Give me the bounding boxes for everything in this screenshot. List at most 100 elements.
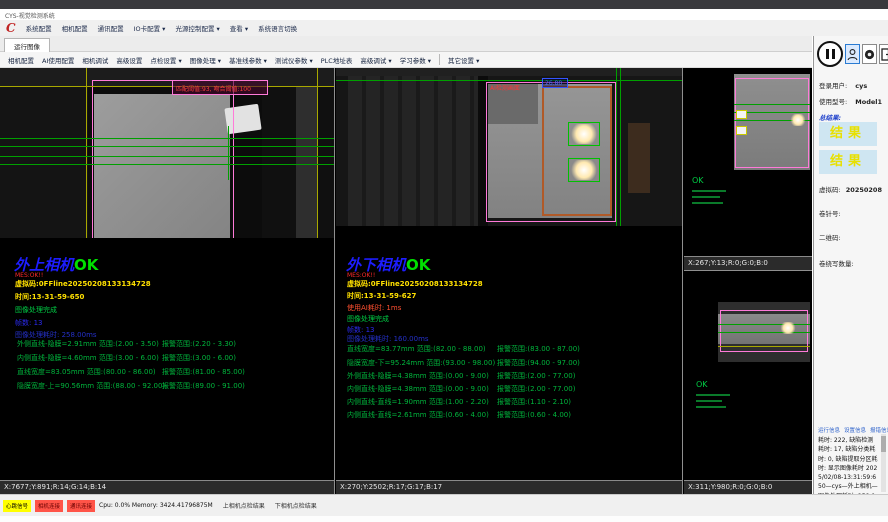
tool-advanced-debug[interactable]: 高级调试 ▾ <box>360 55 391 65</box>
baseline-yellow <box>718 346 810 347</box>
model-label: 使用型号: <box>819 98 847 106</box>
measure-line-green <box>734 104 810 105</box>
measurement-alarm: 报警范围:(3.00 - 6.00) <box>162 353 236 363</box>
camera-icon <box>864 49 875 60</box>
measure-line-green <box>718 324 810 325</box>
log-tab-error-info[interactable]: 报错信息 <box>870 426 888 434</box>
menu-language-switch[interactable]: 系统语言切换 <box>258 23 297 33</box>
preview-top-image[interactable] <box>734 74 810 170</box>
measure-line-green <box>0 146 334 147</box>
brand-logo-icon: C <box>6 22 16 34</box>
middle-measurement-row: 外侧直线-隐膜=4.38mm 范围:(0.00 - 9.00) 报警范围:(2.… <box>347 371 680 381</box>
tool-plc-address-table[interactable]: PLC地址表 <box>321 55 353 65</box>
log-scrollbar-thumb[interactable] <box>881 436 886 452</box>
image-shadow-area <box>0 68 88 238</box>
preview-top-coordinate-bar: X:267;Y:13;R:0;G:0;B:0 <box>684 256 812 270</box>
log-tab-settings-info[interactable]: 设置信息 <box>844 426 866 434</box>
middle-done-line: 图像处理完成 <box>347 314 389 324</box>
preview-bottom-textline <box>696 394 730 396</box>
preview-top-textline <box>692 196 720 198</box>
middle-measurement-row: 内侧直线-直线=1.90mm 范围:(1.00 - 2.20) 报警范围:(1.… <box>347 397 680 407</box>
left-measurement-row: 内侧直线-隐膜=4.60mm 范围:(3.00 - 6.00) 报警范围:(3.… <box>17 353 334 363</box>
tool-camera-debug[interactable]: 相机调试 <box>82 55 108 65</box>
detect-chip <box>736 126 747 135</box>
weld-glow <box>780 322 796 334</box>
main-canvas: 匹配阈值:93, 吻合阈值:100 外上相机OK MES:OK!! 虚拟码:0F… <box>0 68 812 494</box>
panel-divider <box>334 68 335 494</box>
left-status-ok: OK <box>74 256 98 274</box>
measure-line-green <box>718 332 810 333</box>
result-box-1: 结果 <box>819 122 877 146</box>
threshold-label: 匹配阈值:93, 吻合阈值:100 <box>176 84 251 93</box>
tool-spot-check-settings[interactable]: 点检设置 ▾ <box>150 55 181 65</box>
tool-learning-params[interactable]: 学习参数 ▾ <box>400 55 431 65</box>
menu-io-card-config[interactable]: IO卡配置 ▾ <box>134 23 166 33</box>
camera-link-badge: 相机连接 <box>35 500 63 512</box>
menu-view[interactable]: 查看 ▾ <box>230 23 248 33</box>
baseline-yellow-vertical <box>317 68 318 238</box>
detect-chip <box>736 110 747 119</box>
tab-run-image[interactable]: 运行图像 <box>4 38 50 53</box>
bottom-white-strip <box>0 516 888 522</box>
left-measurement-row: 隐膜宽度-上=90.56mm 范围:(88.00 - 92.00) 报警范围:(… <box>17 381 334 391</box>
middle-mes-line: MES:OK!! <box>347 272 375 279</box>
measurement-value: 直线宽度=83.05mm 范围:(80.00 - 86.00) <box>17 367 156 377</box>
preview-bottom-textline <box>696 406 726 408</box>
measure-line-green <box>336 80 682 81</box>
log-tabs: 运行信息 设置信息 报错信息 <box>818 426 888 434</box>
tool-other-settings[interactable]: 其它设置 ▾ <box>448 55 479 65</box>
model-row: 使用型号: Model1 <box>819 96 882 106</box>
log-tab-run-info[interactable]: 运行信息 <box>818 426 840 434</box>
weld-glow <box>790 114 806 126</box>
preview-top-status: OK <box>692 176 704 185</box>
measurement-alarm: 报警范围:(2.20 - 3.30) <box>162 339 236 349</box>
tool-camera-config[interactable]: 相机配置 <box>8 55 34 65</box>
middle-camera-image[interactable]: 26.80 AI检测画面 <box>336 68 682 226</box>
measurement-alarm: 报警范围:(2.00 - 77.00) <box>497 371 575 381</box>
pause-button[interactable] <box>817 41 843 67</box>
menu-light-control-config[interactable]: 光源控制配置 ▾ <box>175 23 219 33</box>
left-barcode-line: 虚拟码:0FFline20250208133134728 <box>15 279 151 289</box>
tool-ai-usage-config[interactable]: AI使用配置 <box>42 55 74 65</box>
user-button[interactable] <box>845 44 860 64</box>
model-value: Model1 <box>855 98 882 106</box>
measure-line-green-vertical <box>616 68 617 226</box>
tool-advanced-settings[interactable]: 高级设置 <box>116 55 142 65</box>
preview-bottom-image[interactable] <box>718 302 810 362</box>
measure-line-green-vertical <box>228 126 229 180</box>
detect-box-green <box>568 122 600 146</box>
menu-camera-config[interactable]: 相机配置 <box>62 23 88 33</box>
image-top-band <box>336 68 682 76</box>
lower-camera-check-result: 下相机点检结果 <box>275 501 317 510</box>
measurement-value: 隐膜宽度-下=95.24mm 范围:(93.00 - 98.00) <box>347 358 495 368</box>
winding-count-label: 卷绕写数量: <box>819 258 854 268</box>
left-coordinate-bar: X:7677;Y:891;R:14;G:14;B:14 <box>0 480 334 494</box>
left-camera-image[interactable]: 匹配阈值:93, 吻合阈值:100 <box>0 68 334 238</box>
tool-image-processing[interactable]: 图像处理 ▾ <box>190 55 221 65</box>
menu-comm-config[interactable]: 通讯配置 <box>98 23 124 33</box>
measure-line-green <box>0 164 334 165</box>
left-measurement-row: 外侧直线-隐膜=2.91mm 范围:(2.00 - 3.50) 报警范围:(2.… <box>17 339 334 349</box>
measurement-value: 直线宽度=83.77mm 范围:(82.00 - 88.00) <box>347 344 486 354</box>
ai-view-label: AI检测画面 <box>490 83 520 92</box>
machine-column <box>296 68 318 238</box>
roi-outline <box>92 80 234 238</box>
needle-number-label: 卷针号: <box>819 208 841 218</box>
middle-measurement-row: 直线宽度=83.77mm 范围:(82.00 - 88.00) 报警范围:(83… <box>347 344 680 354</box>
tool-baseline-params[interactable]: 基准线参数 ▾ <box>229 55 267 65</box>
menu-system-config[interactable]: 系统配置 <box>26 23 52 33</box>
camera-button[interactable] <box>862 44 877 64</box>
measurement-alarm: 报警范围:(89.00 - 91.00) <box>162 381 245 391</box>
baseline-yellow <box>0 86 334 87</box>
exit-button[interactable] <box>879 44 888 64</box>
measurement-alarm: 报警范围:(81.00 - 85.00) <box>162 367 245 377</box>
cpu-memory-text: Cpu: 0.0% Memory: 3424.41796875M <box>99 502 213 509</box>
preview-top-textline <box>692 202 723 204</box>
middle-barcode-line: 虚拟码:0FFline20250208133134728 <box>347 279 483 289</box>
middle-measurement-row: 内侧直线-直线=2.61mm 范围:(0.60 - 4.00) 报警范围:(0.… <box>347 410 680 420</box>
tool-tester-params[interactable]: 测试仪参数 ▾ <box>275 55 313 65</box>
left-done-line: 图像处理完成 <box>15 305 57 315</box>
ai-score-box: 26.80 <box>542 78 568 88</box>
measure-line-green <box>0 138 334 139</box>
log-scrollbar[interactable] <box>881 434 886 492</box>
